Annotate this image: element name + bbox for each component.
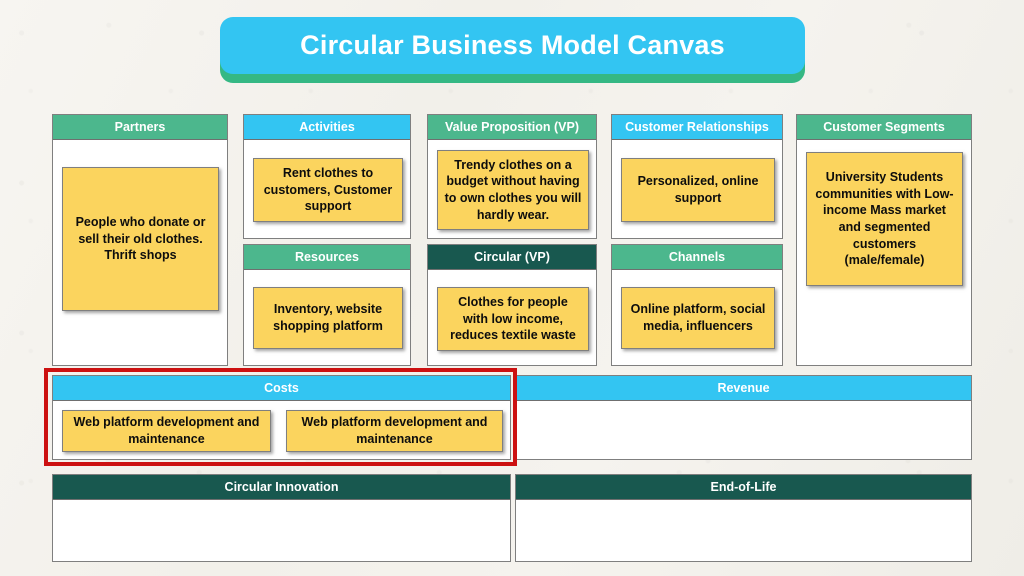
block-channels-header: Channels	[612, 245, 782, 270]
page-title: Circular Business Model Canvas	[300, 30, 725, 60]
block-resources[interactable]: Resources Inventory, website shopping pl…	[243, 244, 411, 366]
block-circular-innovation[interactable]: Circular Innovation	[52, 474, 511, 562]
block-circular-vp-body: Clothes for people with low income, redu…	[428, 270, 596, 365]
note-costs-1[interactable]: Web platform development and maintenance	[62, 410, 271, 452]
note-resources-1[interactable]: Inventory, website shopping platform	[253, 287, 403, 349]
block-resources-body: Inventory, website shopping platform	[244, 270, 410, 365]
block-costs-body: Web platform development and maintenance…	[53, 401, 510, 459]
block-revenue-header: Revenue	[516, 376, 971, 401]
block-customer-segments-body: University Students communities with Low…	[797, 140, 971, 365]
block-customer-relationships-body: Personalized, online support	[612, 140, 782, 238]
block-customer-segments-header: Customer Segments	[797, 115, 971, 140]
note-value-proposition-1[interactable]: Trendy clothes on a budget without havin…	[437, 150, 589, 230]
block-end-of-life-body	[516, 500, 971, 561]
block-customer-relationships-header: Customer Relationships	[612, 115, 782, 140]
block-customer-relationships[interactable]: Customer Relationships Personalized, onl…	[611, 114, 783, 239]
block-circular-vp[interactable]: Circular (VP) Clothes for people with lo…	[427, 244, 597, 366]
note-costs-2[interactable]: Web platform development and maintenance	[286, 410, 503, 452]
block-revenue-body	[516, 401, 971, 459]
block-value-proposition-header: Value Proposition (VP)	[428, 115, 596, 140]
block-costs[interactable]: Costs Web platform development and maint…	[52, 375, 511, 460]
note-channels-1[interactable]: Online platform, social media, influence…	[621, 287, 775, 349]
block-channels-body: Online platform, social media, influence…	[612, 270, 782, 365]
title-banner-plate: Circular Business Model Canvas	[220, 17, 805, 74]
block-revenue[interactable]: Revenue	[515, 375, 972, 460]
note-customer-relationships-1[interactable]: Personalized, online support	[621, 158, 775, 222]
block-end-of-life[interactable]: End-of-Life	[515, 474, 972, 562]
block-value-proposition-body: Trendy clothes on a budget without havin…	[428, 140, 596, 238]
block-circular-innovation-header: Circular Innovation	[53, 475, 510, 500]
block-activities-body: Rent clothes to customers, Customer supp…	[244, 140, 410, 238]
note-circular-vp-1[interactable]: Clothes for people with low income, redu…	[437, 287, 589, 351]
note-customer-segments-1[interactable]: University Students communities with Low…	[806, 152, 963, 286]
block-channels[interactable]: Channels Online platform, social media, …	[611, 244, 783, 366]
note-partners-1[interactable]: People who donate or sell their old clot…	[62, 167, 219, 311]
block-customer-segments[interactable]: Customer Segments University Students co…	[796, 114, 972, 366]
business-model-canvas: Circular Business Model Canvas Partners …	[0, 0, 1024, 576]
block-circular-innovation-body	[53, 500, 510, 561]
title-banner: Circular Business Model Canvas	[220, 17, 805, 83]
note-activities-1[interactable]: Rent clothes to customers, Customer supp…	[253, 158, 403, 222]
block-costs-header: Costs	[53, 376, 510, 401]
block-resources-header: Resources	[244, 245, 410, 270]
block-activities-header: Activities	[244, 115, 410, 140]
block-partners-header: Partners	[53, 115, 227, 140]
block-value-proposition[interactable]: Value Proposition (VP) Trendy clothes on…	[427, 114, 597, 239]
block-activities[interactable]: Activities Rent clothes to customers, Cu…	[243, 114, 411, 239]
block-end-of-life-header: End-of-Life	[516, 475, 971, 500]
block-circular-vp-header: Circular (VP)	[428, 245, 596, 270]
block-partners[interactable]: Partners People who donate or sell their…	[52, 114, 228, 366]
block-partners-body: People who donate or sell their old clot…	[53, 140, 227, 365]
